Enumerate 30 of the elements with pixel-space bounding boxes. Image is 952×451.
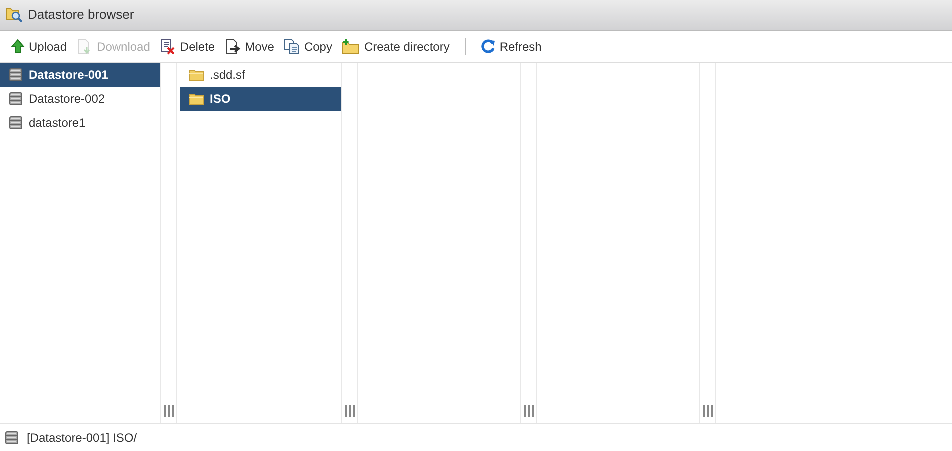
datastore-item[interactable]: Datastore-001: [0, 63, 160, 87]
upload-button[interactable]: Upload: [8, 36, 70, 58]
path-text: [Datastore-001] ISO/: [27, 430, 138, 446]
database-icon: [9, 92, 23, 106]
folder-item[interactable]: ISO: [180, 87, 341, 111]
folder-plus-icon: [342, 38, 360, 54]
grip-icon[interactable]: [344, 405, 354, 417]
mkdir-button[interactable]: Create directory: [339, 36, 453, 58]
copy-icon: [284, 38, 300, 54]
database-icon: [9, 116, 23, 130]
datastore-item[interactable]: Datastore-002: [0, 87, 160, 111]
database-icon: [5, 430, 19, 444]
datastore-item[interactable]: datastore1: [0, 111, 160, 135]
database-icon: [9, 68, 23, 82]
grip-icon[interactable]: [702, 405, 712, 417]
refresh-icon: [480, 39, 496, 54]
refresh-button[interactable]: Refresh: [478, 36, 545, 58]
move-button[interactable]: Move: [222, 36, 278, 58]
up-arrow-icon: [11, 39, 25, 54]
folder-icon: [189, 93, 204, 105]
document-arrow-icon: [225, 38, 242, 54]
window-title: Datastore browser: [28, 6, 134, 24]
document-x-icon: [160, 38, 176, 54]
copy-button[interactable]: Copy: [281, 36, 336, 58]
delete-button[interactable]: Delete: [157, 36, 218, 58]
grip-icon[interactable]: [164, 405, 174, 417]
folder-icon: [189, 69, 204, 81]
folder-search-icon: [6, 7, 23, 23]
grip-icon[interactable]: [524, 405, 534, 417]
folder-item[interactable]: .sdd.sf: [180, 63, 341, 87]
